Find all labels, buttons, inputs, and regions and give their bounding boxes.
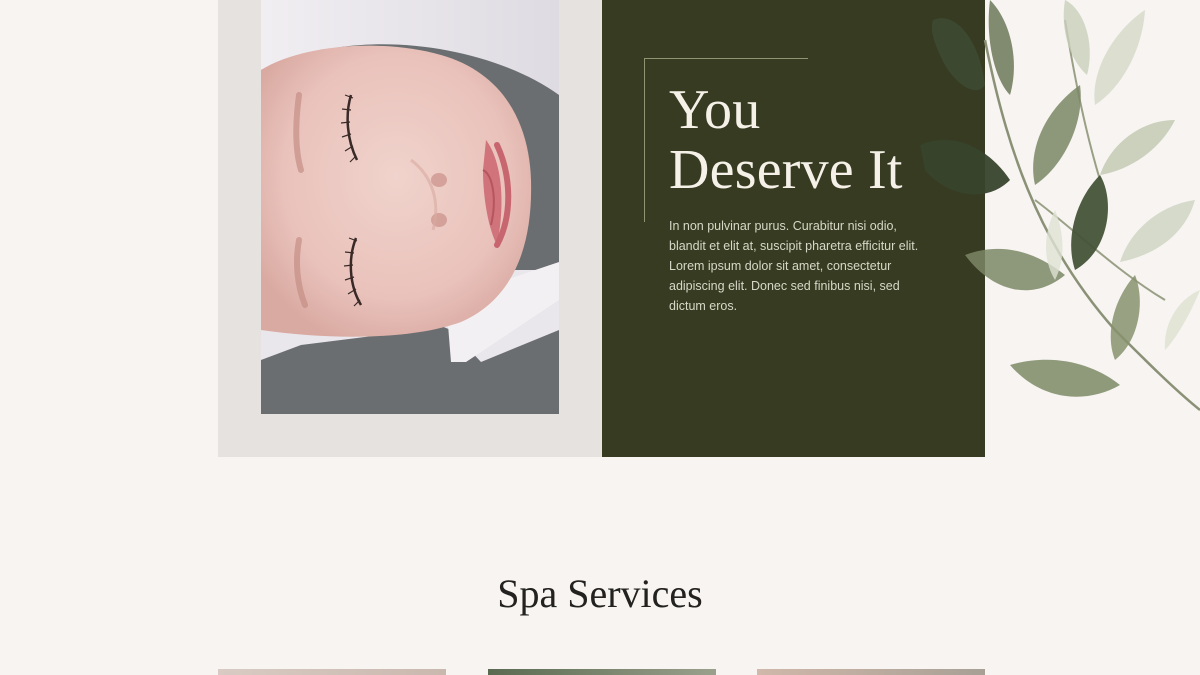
service-card-image-3[interactable] xyxy=(757,669,985,675)
decorative-frame-top xyxy=(644,58,808,59)
decorative-frame-left xyxy=(644,58,645,222)
hero-body-text: In non pulvinar purus. Curabitur nisi od… xyxy=(669,219,919,313)
hero-photo-panel xyxy=(218,0,602,457)
service-card-image-2[interactable] xyxy=(488,669,716,675)
hero-photo xyxy=(261,0,559,414)
service-card-image-1[interactable] xyxy=(218,669,446,675)
spa-services-heading: Spa Services xyxy=(497,571,703,616)
watercolor-leaves-decoration xyxy=(915,0,1200,420)
page: You Deserve It In non pulvinar purus. Cu… xyxy=(0,0,1200,675)
